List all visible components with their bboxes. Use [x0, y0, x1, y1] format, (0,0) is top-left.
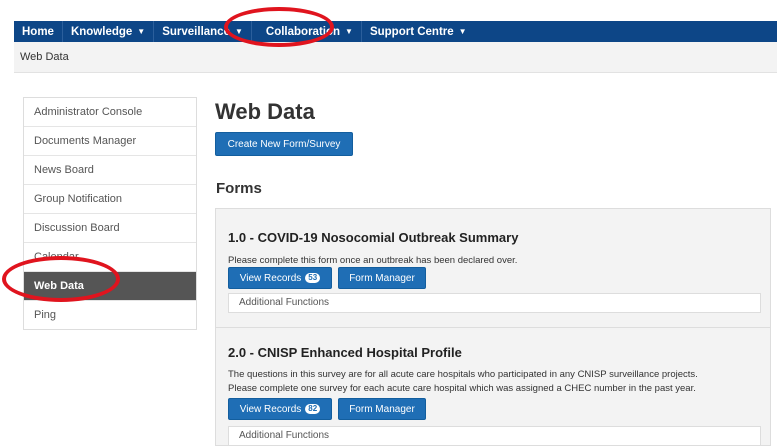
sidebar-item-administrator-console[interactable]: Administrator Console	[24, 98, 196, 127]
view-records-button[interactable]: View Records 82	[228, 398, 332, 420]
form-card: 2.0 - CNISP Enhanced Hospital Profile Th…	[215, 327, 771, 446]
form-actions: View Records 53 Form Manager	[228, 267, 426, 289]
view-records-label: View Records	[239, 272, 302, 284]
sidebar-item-documents-manager[interactable]: Documents Manager	[24, 127, 196, 156]
breadcrumb-bar: Web Data	[14, 42, 777, 73]
chevron-down-icon: ▼	[345, 27, 353, 36]
sidebar-item-news-board[interactable]: News Board	[24, 156, 196, 185]
nav-knowledge[interactable]: Knowledge ▼	[63, 21, 155, 42]
sidebar-item-discussion-board[interactable]: Discussion Board	[24, 214, 196, 243]
nav-home-label: Home	[22, 25, 54, 38]
forms-heading: Forms	[216, 180, 262, 197]
view-records-label: View Records	[239, 403, 302, 415]
highlight-ellipse	[2, 256, 120, 302]
create-form-button[interactable]: Create New Form/Survey	[215, 132, 353, 156]
record-count-badge: 82	[305, 404, 321, 414]
form-manager-button[interactable]: Form Manager	[338, 267, 426, 289]
main-navbar: Home Knowledge ▼ Surveillance ▼ Collabor…	[14, 21, 777, 42]
nav-support-centre-label: Support Centre	[369, 25, 454, 38]
nav-home[interactable]: Home	[14, 21, 63, 42]
form-title: 2.0 - CNISP Enhanced Hospital Profile	[228, 345, 462, 360]
form-title: 1.0 - COVID-19 Nosocomial Outbreak Summa…	[228, 230, 519, 245]
additional-functions-toggle[interactable]: Additional Functions	[228, 293, 761, 313]
highlight-ellipse	[224, 7, 334, 47]
nav-surveillance-label: Surveillance	[162, 25, 230, 38]
nav-support-centre[interactable]: Support Centre ▼	[362, 21, 475, 42]
additional-functions-toggle[interactable]: Additional Functions	[228, 426, 761, 446]
breadcrumb: Web Data	[20, 51, 69, 63]
additional-functions-label: Additional Functions	[239, 430, 330, 441]
form-card: 1.0 - COVID-19 Nosocomial Outbreak Summa…	[215, 208, 771, 328]
nav-knowledge-label: Knowledge	[70, 25, 133, 38]
view-records-button[interactable]: View Records 53	[228, 267, 332, 289]
page-title: Web Data	[215, 99, 315, 124]
chevron-down-icon: ▼	[458, 27, 467, 36]
form-manager-button[interactable]: Form Manager	[338, 398, 426, 420]
additional-functions-label: Additional Functions	[239, 297, 330, 308]
form-description: Please complete this form once an outbre…	[228, 255, 518, 266]
form-actions: View Records 82 Form Manager	[228, 398, 426, 420]
record-count-badge: 53	[305, 273, 321, 283]
sidebar-item-ping[interactable]: Ping	[24, 301, 196, 329]
sidebar-item-group-notification[interactable]: Group Notification	[24, 185, 196, 214]
form-description: Please complete one survey for each acut…	[228, 383, 696, 394]
chevron-down-icon: ▼	[137, 27, 146, 36]
form-description: The questions in this survey are for all…	[228, 369, 698, 380]
